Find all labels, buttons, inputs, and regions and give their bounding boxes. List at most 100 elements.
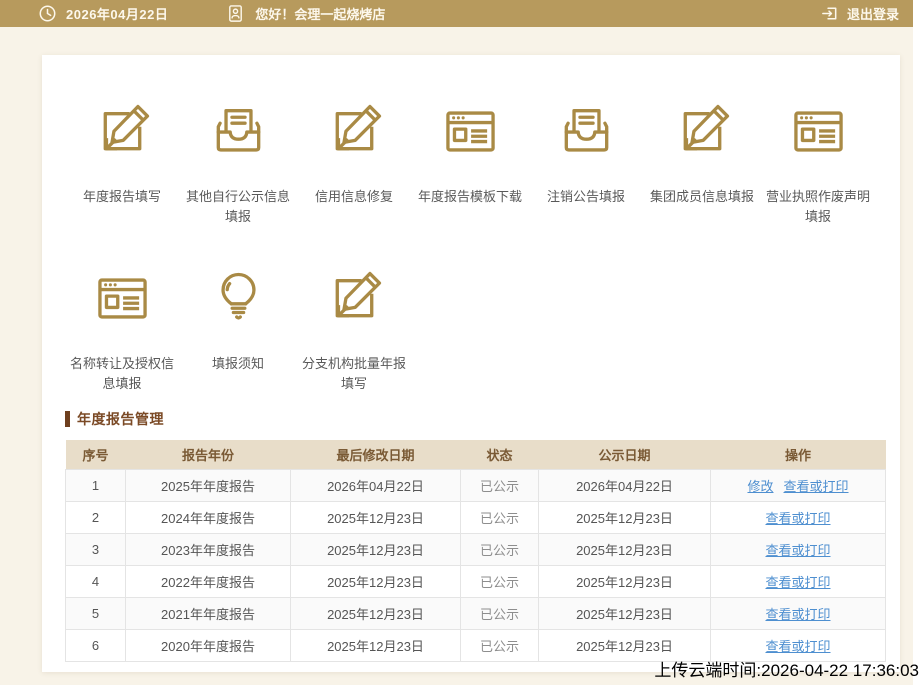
clock-icon [38, 4, 57, 23]
cell-published: 2025年12月23日 [538, 564, 711, 598]
view-print-link[interactable]: 查看或打印 [765, 575, 830, 590]
upload-time-overlay: 上传云端时间:2026-04-22 17:36:03 [654, 661, 919, 680]
cell-status: 已公示 [460, 564, 539, 598]
cell-modified: 2025年12月23日 [290, 596, 461, 630]
logout-button[interactable]: 退出登录 [820, 4, 899, 23]
shortcut-row-2: 名称转让及授权信息填报 填报须知 分支机构批量年报填写 [64, 270, 412, 394]
table-header-row: 序号 报告年份 最后修改日期 状态 公示日期 操作 [65, 440, 886, 469]
cell-actions: 修改 查看或打印 [710, 468, 886, 502]
cell-actions: 查看或打印 [710, 500, 886, 534]
shortcut-label: 信用信息修复 [314, 189, 393, 204]
annual-report-section: 年度报告管理 序号 报告年份 最后修改日期 状态 公示日期 操作 1 2025年… [65, 409, 886, 662]
cell-modified: 2025年12月23日 [290, 628, 461, 662]
cell-year: 2020年年度报告 [125, 628, 291, 662]
shortcut-label: 分支机构批量年报填写 [301, 356, 406, 391]
user-badge-icon [226, 4, 245, 23]
view-print-link[interactable]: 查看或打印 [765, 543, 830, 558]
shortcut-license-invalidation[interactable]: 营业执照作废声明填报 [760, 103, 876, 227]
shortcut-group-member-info[interactable]: 集团成员信息填报 [644, 103, 760, 227]
cell-modified: 2025年12月23日 [290, 564, 461, 598]
shortcut-annual-report-fill[interactable]: 年度报告填写 [64, 103, 180, 227]
cell-index: 1 [65, 468, 126, 502]
inbox-icon [558, 103, 615, 160]
section-title: 年度报告管理 [77, 411, 164, 427]
shortcut-credit-repair[interactable]: 信用信息修复 [296, 103, 412, 227]
cell-index: 5 [65, 596, 126, 630]
current-date: 2026年04月22日 [66, 7, 169, 22]
edit-square-icon [94, 103, 151, 160]
browser-icon [790, 103, 847, 160]
shortcut-label: 集团成员信息填报 [649, 189, 754, 204]
shortcut-label: 年度报告模板下载 [417, 189, 522, 204]
shortcut-template-download[interactable]: 年度报告模板下载 [412, 103, 528, 227]
section-accent-bar [65, 411, 70, 427]
lightbulb-icon [210, 270, 267, 327]
section-header: 年度报告管理 [65, 409, 885, 429]
scrollbar-track[interactable] [913, 0, 923, 685]
col-header-modified: 最后修改日期 [290, 440, 461, 469]
view-print-link[interactable]: 查看或打印 [765, 639, 830, 654]
cell-status: 已公示 [460, 628, 539, 662]
cell-modified: 2025年12月23日 [290, 500, 461, 534]
edit-square-icon [674, 103, 731, 160]
cell-year: 2021年年度报告 [125, 596, 291, 630]
shortcut-label: 营业执照作废声明填报 [765, 189, 870, 224]
browser-icon [94, 270, 151, 327]
col-header-status: 状态 [460, 440, 539, 469]
cell-index: 3 [65, 532, 126, 566]
main-panel: 年度报告填写 其他自行公示信息填报 信用信息修复 年度报告模板下载 注销公告填报… [42, 55, 900, 672]
cell-index: 2 [65, 500, 126, 534]
cell-status: 已公示 [460, 500, 539, 534]
cell-status: 已公示 [460, 532, 539, 566]
cell-year: 2023年年度报告 [125, 532, 291, 566]
shortcut-name-transfer-auth[interactable]: 名称转让及授权信息填报 [64, 270, 180, 394]
shortcut-label: 注销公告填报 [546, 189, 625, 204]
view-print-link[interactable]: 查看或打印 [765, 511, 830, 526]
shortcut-branch-batch-annual-report[interactable]: 分支机构批量年报填写 [296, 270, 412, 394]
cell-published: 2025年12月23日 [538, 596, 711, 630]
view-print-link[interactable]: 查看或打印 [765, 607, 830, 622]
annual-report-table: 序号 报告年份 最后修改日期 状态 公示日期 操作 1 2025年年度报告 20… [65, 440, 886, 662]
table-row: 5 2021年年度报告 2025年12月23日 已公示 2025年12月23日 … [65, 596, 886, 630]
cell-published: 2026年04月22日 [538, 468, 711, 502]
cell-year: 2025年年度报告 [125, 468, 291, 502]
table-row: 3 2023年年度报告 2025年12月23日 已公示 2025年12月23日 … [65, 532, 886, 566]
table-row: 4 2022年年度报告 2025年12月23日 已公示 2025年12月23日 … [65, 564, 886, 598]
cell-actions: 查看或打印 [710, 596, 886, 630]
browser-icon [442, 103, 499, 160]
cell-status: 已公示 [460, 596, 539, 630]
cell-published: 2025年12月23日 [538, 500, 711, 534]
col-header-actions: 操作 [710, 440, 886, 469]
inbox-icon [210, 103, 267, 160]
cell-modified: 2025年12月23日 [290, 532, 461, 566]
logout-icon [820, 4, 839, 23]
cell-index: 6 [65, 628, 126, 662]
modify-link[interactable]: 修改 [747, 479, 773, 494]
logout-label: 退出登录 [846, 7, 899, 22]
shortcut-row-1: 年度报告填写 其他自行公示信息填报 信用信息修复 年度报告模板下载 注销公告填报… [64, 103, 876, 227]
cell-year: 2022年年度报告 [125, 564, 291, 598]
user-greeting: 您好！会理一起烧烤店 [255, 7, 386, 22]
edit-square-icon [326, 270, 383, 327]
top-bar: 2026年04月22日 您好！会理一起烧烤店 退出登录 [0, 0, 913, 27]
cell-actions: 查看或打印 [710, 532, 886, 566]
cell-actions: 查看或打印 [710, 564, 886, 598]
shortcut-label: 年度报告填写 [82, 189, 161, 204]
table-row: 2 2024年年度报告 2025年12月23日 已公示 2025年12月23日 … [65, 500, 886, 534]
view-print-link[interactable]: 查看或打印 [784, 479, 849, 494]
table-row: 1 2025年年度报告 2026年04月22日 已公示 2026年04月22日 … [65, 468, 886, 502]
shortcut-deregistration-notice[interactable]: 注销公告填报 [528, 103, 644, 227]
col-header-index: 序号 [65, 440, 126, 469]
cell-year: 2024年年度报告 [125, 500, 291, 534]
col-header-published: 公示日期 [538, 440, 711, 469]
edit-square-icon [326, 103, 383, 160]
shortcut-label: 名称转让及授权信息填报 [69, 356, 174, 391]
col-header-year: 报告年份 [125, 440, 291, 469]
shortcut-label: 其他自行公示信息填报 [185, 189, 290, 224]
shortcut-filing-instructions[interactable]: 填报须知 [180, 270, 296, 394]
cell-published: 2025年12月23日 [538, 532, 711, 566]
cell-status: 已公示 [460, 468, 539, 502]
shortcut-label: 填报须知 [211, 356, 264, 371]
shortcut-other-publicity-info[interactable]: 其他自行公示信息填报 [180, 103, 296, 227]
cell-index: 4 [65, 564, 126, 598]
